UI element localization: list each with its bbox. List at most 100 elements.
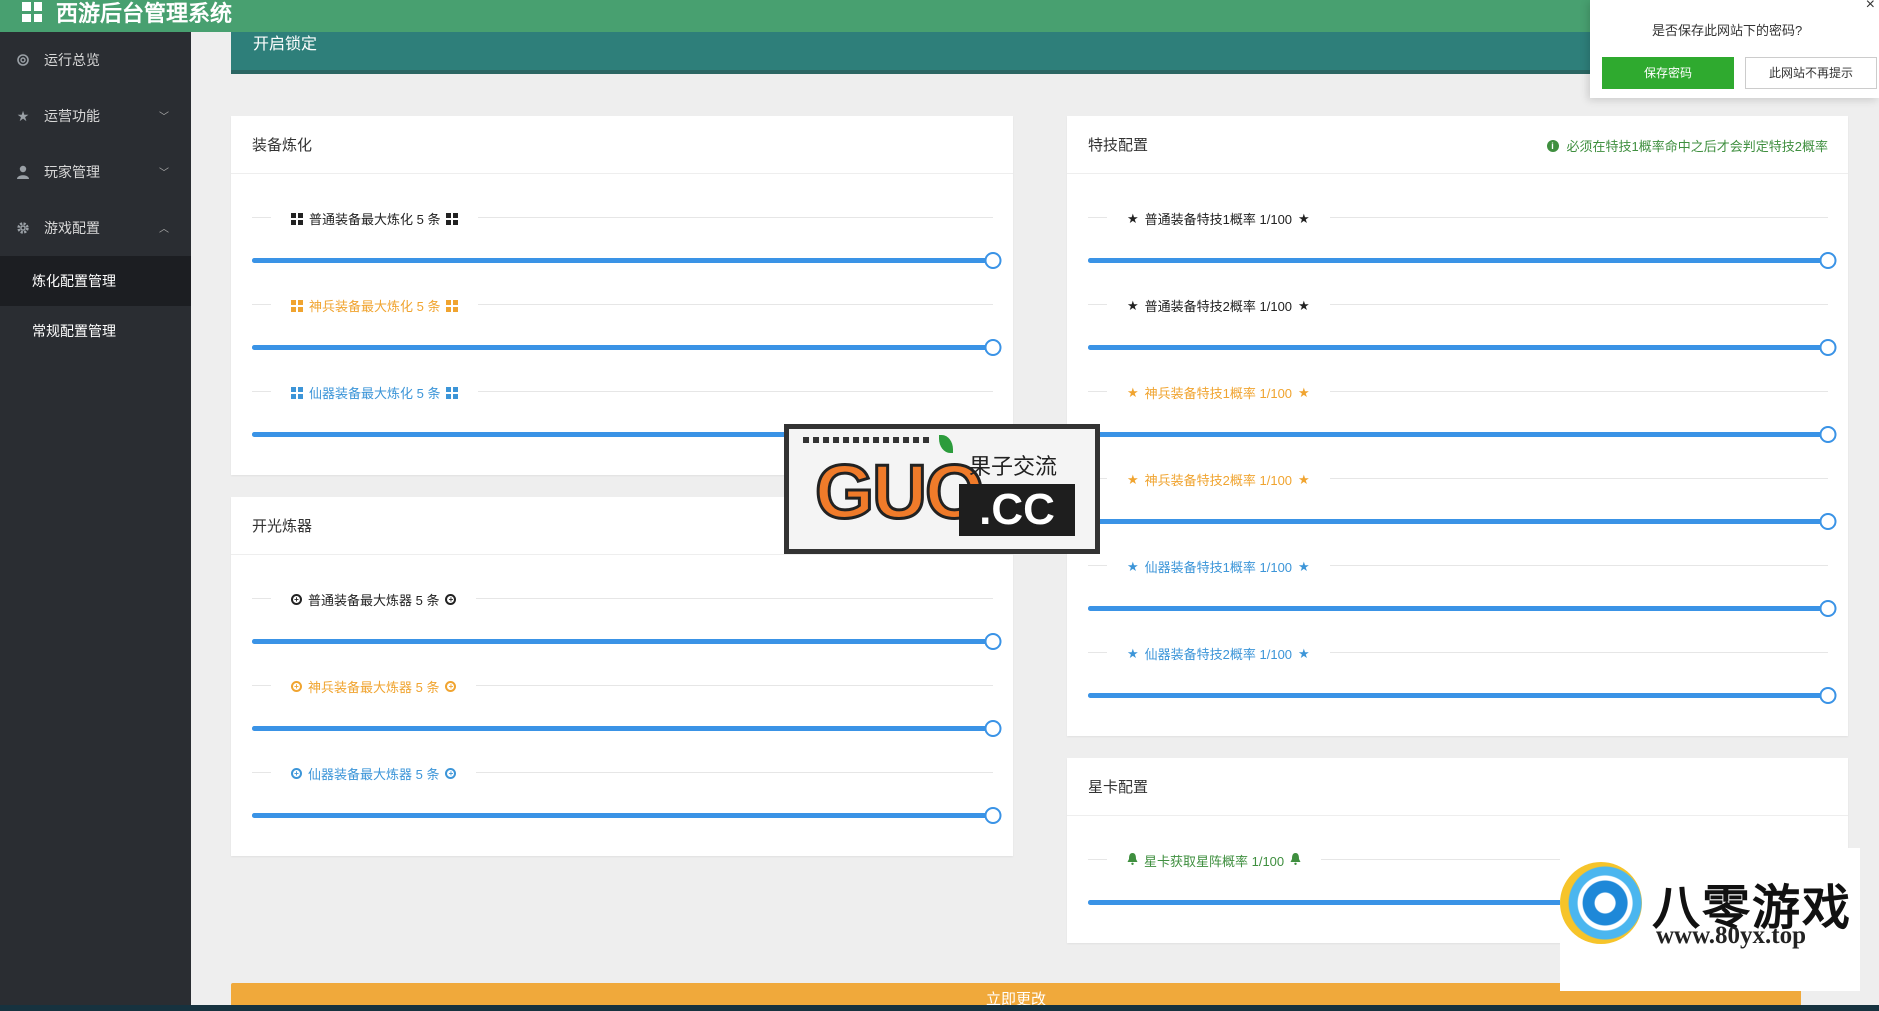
- row-label: ★ 仙器装备特技1概率 1/100 ★: [1107, 557, 1330, 576]
- star-icon: ★: [16, 107, 30, 124]
- panel-header: 星卡配置: [1067, 758, 1848, 816]
- row-label: 神兵装备最大炼化 5 条: [271, 296, 479, 315]
- skill-tip: i 必须在特技1概率命中之后才会判定特技2概率: [1546, 136, 1828, 155]
- app-logo: 西游后台管理系统: [22, 0, 232, 28]
- star-icon: ★: [1298, 558, 1310, 574]
- save-password-popup: 是否保存此网站下的密码? × 保存密码 此网站不再提示: [1590, 0, 1879, 98]
- row-label-text: 星卡获取星阵概率 1/100: [1144, 854, 1285, 869]
- row-label-text: 仙器装备特技1概率 1/100: [1144, 560, 1293, 575]
- panel-title: 特技配置: [1088, 137, 1149, 154]
- star-icon: ★: [1127, 384, 1139, 400]
- guo-cc-watermark: GUO 果子交流 .CC: [784, 424, 1100, 554]
- row-label-text: 普通装备特技1概率 1/100: [1144, 212, 1293, 227]
- config-row: + 仙器装备最大炼器 5 条 +: [231, 729, 1013, 824]
- sidebar-subitem-label: 常规配置管理: [32, 323, 116, 339]
- star-icon: ★: [1298, 471, 1310, 487]
- sidebar-subitem-refine-config[interactable]: 炼化配置管理: [0, 256, 191, 306]
- gear-icon: [16, 53, 30, 67]
- row-label: + 普通装备最大炼器 5 条 +: [271, 590, 477, 609]
- row-label: ★ 神兵装备特技2概率 1/100 ★: [1107, 470, 1330, 489]
- row-label-text: 普通装备最大炼化 5 条: [309, 212, 441, 227]
- star-icon: ★: [1298, 645, 1310, 661]
- plus-circle-icon: +: [291, 681, 302, 692]
- sidebar-subitem-label: 炼化配置管理: [32, 273, 116, 289]
- app-title: 西游后台管理系统: [56, 1, 233, 26]
- sidebar-item-players[interactable]: 玩家管理 ﹀: [0, 144, 191, 200]
- grid-icon: [446, 299, 459, 312]
- slider-handle[interactable]: [1819, 687, 1837, 704]
- refine-rows: 普通装备最大炼化 5 条神兵装备最大炼化 5 条仙器装备最大炼化 5 条: [231, 174, 1013, 443]
- tip-text: 必须在特技1概率命中之后才会判定特技2概率: [1566, 139, 1828, 154]
- star-icon: ★: [1298, 210, 1310, 226]
- watermark-url: www.80yx.top: [1656, 922, 1807, 949]
- config-row: ★ 仙器装备特技1概率 1/100 ★: [1067, 522, 1848, 617]
- star-icon: ★: [1298, 297, 1310, 313]
- chevron-up-icon: ︿: [159, 224, 169, 235]
- config-row: 普通装备最大炼化 5 条: [231, 174, 1013, 269]
- plus-circle-icon: +: [445, 768, 457, 779]
- forge-rows: + 普通装备最大炼器 5 条 + + 神兵装备最大炼器 5 条 + + 仙器装备最大炼器 5 …: [231, 555, 1013, 824]
- slider-fill: [1088, 693, 1828, 698]
- star-icon: ★: [1127, 471, 1139, 487]
- bell-icon: [1127, 853, 1138, 868]
- row-label-text: 普通装备最大炼器 5 条: [308, 593, 440, 608]
- value-slider[interactable]: [1088, 687, 1837, 704]
- lock-label: 开启锁定: [253, 36, 318, 53]
- sidebar-item-label: 游戏配置: [44, 220, 100, 236]
- sidebar-subitem-general-config[interactable]: 常规配置管理: [0, 306, 191, 356]
- config-row: ★ 普通装备特技1概率 1/100 ★: [1067, 174, 1848, 269]
- star-icon: ★: [1127, 297, 1139, 313]
- grid-icon: [291, 212, 303, 225]
- row-label: 仙器装备最大炼化 5 条: [271, 383, 479, 402]
- panel-title: 开光炼器: [252, 518, 313, 535]
- sidebar-item-label: 运行总览: [44, 52, 100, 68]
- sidebar-item-operations[interactable]: ★ 运营功能 ﹀: [0, 88, 191, 144]
- watermark-text: .CC: [959, 484, 1075, 536]
- panel-title: 星卡配置: [1088, 779, 1149, 796]
- panel-header: 特技配置 i 必须在特技1概率命中之后才会判定特技2概率: [1067, 116, 1848, 174]
- row-label-text: 仙器装备特技2概率 1/100: [1144, 647, 1293, 662]
- row-label: ★ 普通装备特技1概率 1/100 ★: [1107, 209, 1330, 228]
- config-row: ★ 神兵装备特技2概率 1/100 ★: [1067, 435, 1848, 530]
- sidebar-item-overview[interactable]: 运行总览: [0, 32, 191, 88]
- config-row: 神兵装备最大炼化 5 条: [231, 261, 1013, 356]
- row-label: ★ 仙器装备特技2概率 1/100 ★: [1107, 644, 1330, 663]
- taskbar-strip: [0, 1005, 1879, 1011]
- panel-header: 装备炼化: [231, 116, 1013, 174]
- plus-circle-icon: +: [445, 594, 457, 605]
- save-password-button[interactable]: 保存密码: [1602, 57, 1734, 89]
- row-label-text: 普通装备特技2概率 1/100: [1144, 299, 1293, 314]
- row-label: ★ 普通装备特技2概率 1/100 ★: [1107, 296, 1330, 315]
- config-row: ★ 普通装备特技2概率 1/100 ★: [1067, 261, 1848, 356]
- info-icon: i: [1546, 139, 1559, 152]
- row-label-text: 神兵装备最大炼化 5 条: [309, 299, 441, 314]
- refine-panel: 装备炼化 普通装备最大炼化 5 条神兵装备最大炼化 5 条仙器装备最大炼化 5 …: [231, 116, 1013, 475]
- config-row: 仙器装备最大炼化 5 条: [231, 348, 1013, 443]
- grid-icon: [446, 386, 459, 399]
- config-row: + 神兵装备最大炼器 5 条 +: [231, 642, 1013, 737]
- never-remind-button[interactable]: 此网站不再提示: [1745, 57, 1877, 89]
- star-icon: ★: [1127, 645, 1139, 661]
- grid-icon: [446, 212, 459, 225]
- slider-handle[interactable]: [984, 807, 1002, 824]
- row-label-text: 仙器装备最大炼器 5 条: [308, 767, 440, 782]
- grid-icon: [291, 299, 303, 312]
- config-row: ★ 神兵装备特技1概率 1/100 ★: [1067, 348, 1848, 443]
- row-label-text: 仙器装备最大炼化 5 条: [309, 386, 441, 401]
- chevron-down-icon: ﹀: [159, 112, 169, 123]
- swirl-logo-icon: [1560, 862, 1642, 944]
- plus-circle-icon: +: [291, 594, 302, 605]
- sidebar-item-game-config[interactable]: 游戏配置 ︿: [0, 200, 191, 256]
- watermark-decoration: [803, 437, 933, 443]
- watermark-text: 果子交流: [969, 454, 1058, 479]
- bell-icon: [1290, 853, 1301, 868]
- panel-title: 装备炼化: [252, 137, 313, 154]
- sidebar: 运行总览 ★ 运营功能 ﹀ 玩家管理 ﹀ 游戏配置 ︿ 炼化配置管理 常规配置管…: [0, 32, 191, 1011]
- value-slider[interactable]: [252, 807, 1002, 824]
- slider-fill: [252, 813, 993, 818]
- 80yx-watermark: 八零游戏 www.80yx.top: [1560, 848, 1860, 991]
- close-icon[interactable]: ×: [1866, 0, 1875, 14]
- cog-icon: [16, 221, 30, 235]
- grid-icon: [291, 386, 303, 399]
- row-label: + 神兵装备最大炼器 5 条 +: [271, 677, 477, 696]
